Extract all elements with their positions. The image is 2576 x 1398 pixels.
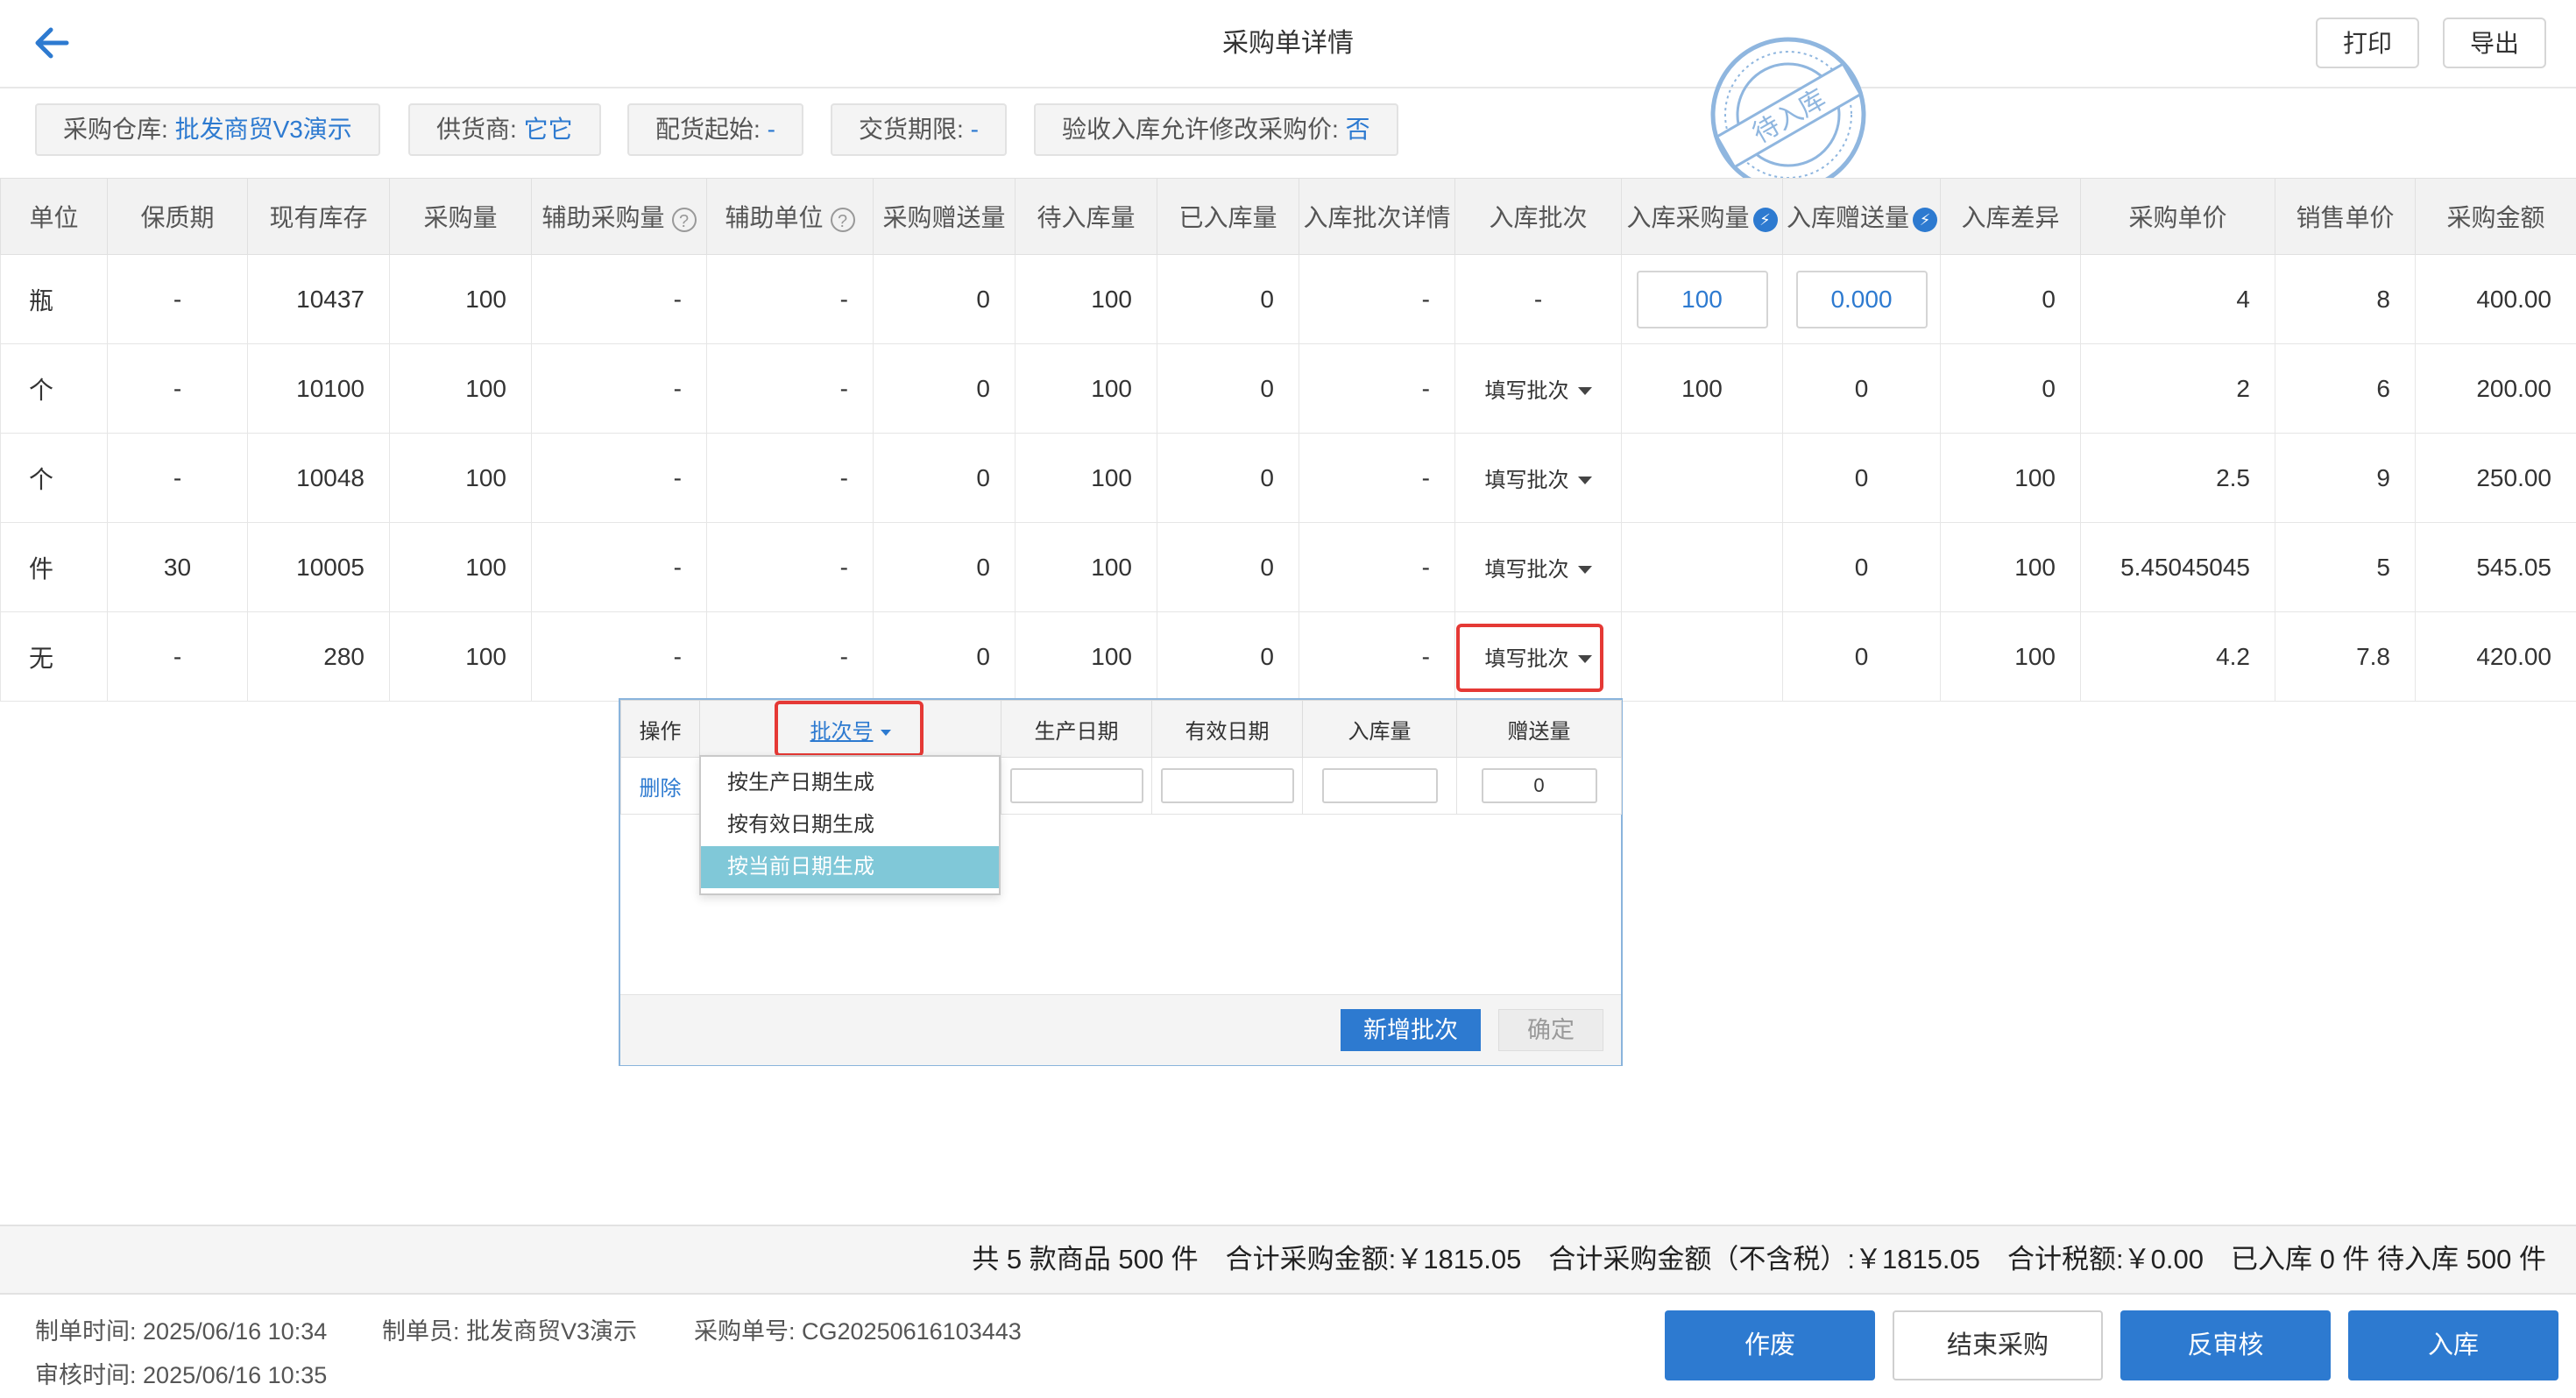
col-unit-price: 采购单价 bbox=[2080, 178, 2275, 255]
status-stamp: 待入库 bbox=[1707, 33, 1870, 196]
fill-batch-link[interactable]: 填写批次 bbox=[1485, 469, 1569, 492]
table-header-row: 单位 保质期 现有库存 采购量 辅助采购量? 辅助单位? 采购赠送量 待入库量 … bbox=[0, 178, 2576, 255]
table-row: 瓶 - 10437 100 - - 0 100 0 - - 100 0.000 … bbox=[0, 254, 2576, 344]
unaudit-button[interactable]: 反审核 bbox=[2120, 1310, 2331, 1380]
chip-supplier: 供货商: 它它 bbox=[408, 103, 601, 156]
col-gift-qty: 采购赠送量 bbox=[873, 178, 1016, 255]
table-row: 无 - 280 100 - - 0 100 0 - 填写批次 0 100 4.2… bbox=[0, 611, 2576, 702]
dropdown-option-expiry-date[interactable]: 按有效日期生成 bbox=[701, 804, 999, 846]
in-purchase-qty-input[interactable]: 100 bbox=[1636, 270, 1768, 328]
col-stock: 现有库存 bbox=[247, 178, 390, 255]
in-gift-qty-input[interactable]: 0.000 bbox=[1795, 270, 1928, 328]
caret-down-icon[interactable] bbox=[1577, 387, 1592, 396]
col-unit: 单位 bbox=[0, 178, 108, 255]
gift-qty-input[interactable]: 0 bbox=[1481, 768, 1597, 803]
batch-col-in-qty: 入库量 bbox=[1302, 700, 1457, 758]
fill-batch-link[interactable]: 填写批次 bbox=[1485, 379, 1569, 403]
expiry-date-input[interactable] bbox=[1160, 768, 1294, 803]
table-row: 个 - 10048 100 - - 0 100 0 - 填写批次 0 100 2… bbox=[0, 433, 2576, 523]
table-row: 个 - 10100 100 - - 0 100 0 - 填写批次 100 0 0… bbox=[0, 343, 2576, 434]
table-row: 件 30 10005 100 - - 0 100 0 - 填写批次 0 100 … bbox=[0, 522, 2576, 612]
chip-delivery-deadline: 交货期限: - bbox=[831, 103, 1007, 156]
col-in-purchase-qty: 入库采购量 ⚡ bbox=[1621, 178, 1783, 255]
col-in-gift-qty: 入库赠送量 ⚡ bbox=[1782, 178, 1941, 255]
add-batch-button[interactable]: 新增批次 bbox=[1341, 1009, 1481, 1051]
confirm-button[interactable]: 确定 bbox=[1498, 1009, 1603, 1051]
col-diff: 入库差异 bbox=[1940, 178, 2081, 255]
col-amount: 采购金额 bbox=[2415, 178, 2576, 255]
col-received-qty: 已入库量 bbox=[1157, 178, 1299, 255]
export-button[interactable]: 导出 bbox=[2443, 18, 2546, 68]
batch-header-row: 操作 批次号 生产日期 有效日期 入库量 赠送量 bbox=[620, 700, 1622, 758]
void-button[interactable]: 作废 bbox=[1665, 1310, 1875, 1380]
col-batch-detail: 入库批次详情 bbox=[1299, 178, 1455, 255]
in-qty-input[interactable] bbox=[1321, 768, 1438, 803]
created-time: 制单时间: 2025/06/16 10:34 bbox=[35, 1318, 328, 1345]
caret-down-icon[interactable] bbox=[1577, 566, 1592, 575]
batch-col-production-date: 生产日期 bbox=[1001, 700, 1152, 758]
chip-modify-price: 验收入库允许修改采购价: 否 bbox=[1034, 103, 1398, 156]
print-button[interactable]: 打印 bbox=[2316, 18, 2419, 68]
col-aux-qty: 辅助采购量? bbox=[531, 178, 707, 255]
summary-bar: 共 5 款商品 500 件 合计采购金额:￥1815.05 合计采购金额（不含税… bbox=[0, 1225, 2576, 1295]
chip-warehouse: 采购仓库: 批发商贸V3演示 bbox=[35, 103, 380, 156]
help-icon[interactable]: ? bbox=[830, 207, 855, 232]
col-shelf-life: 保质期 bbox=[107, 178, 248, 255]
help-icon[interactable]: ? bbox=[671, 207, 697, 232]
col-purchase-qty: 采购量 bbox=[389, 178, 532, 255]
chip-delivery-start: 配货起始: - bbox=[627, 103, 803, 156]
caret-down-icon[interactable] bbox=[1577, 477, 1592, 485]
batch-generate-dropdown: 按生产日期生成 按有效日期生成 按当前日期生成 bbox=[699, 755, 1001, 895]
batch-col-gift-qty: 赠送量 bbox=[1456, 700, 1622, 758]
purchase-items-table: 单位 保质期 现有库存 采购量 辅助采购量? 辅助单位? 采购赠送量 待入库量 … bbox=[0, 178, 2576, 702]
batch-col-expiry-date: 有效日期 bbox=[1151, 700, 1303, 758]
dropdown-option-current-date[interactable]: 按当前日期生成 bbox=[701, 846, 999, 888]
stock-in-button[interactable]: 入库 bbox=[2348, 1310, 2558, 1380]
col-sale-price: 销售单价 bbox=[2275, 178, 2416, 255]
audit-time: 审核时间: 2025/06/16 10:35 bbox=[35, 1362, 328, 1388]
dropdown-option-production-date[interactable]: 按生产日期生成 bbox=[701, 762, 999, 804]
delete-batch-link[interactable]: 删除 bbox=[620, 757, 700, 815]
lightning-icon[interactable]: ⚡ bbox=[1913, 207, 1938, 232]
page-title: 采购单详情 bbox=[1222, 29, 1354, 58]
col-pending-qty: 待入库量 bbox=[1015, 178, 1157, 255]
end-purchase-button[interactable]: 结束采购 bbox=[1893, 1310, 2103, 1380]
batch-col-action: 操作 bbox=[620, 700, 700, 758]
col-batch: 入库批次 bbox=[1454, 178, 1622, 255]
batch-number-highlight bbox=[775, 701, 924, 757]
production-date-input[interactable] bbox=[1009, 768, 1143, 803]
order-number: 采购单号: CG20250616103443 bbox=[694, 1318, 1022, 1345]
batch-popup-footer: 新增批次 确定 bbox=[620, 994, 1621, 1065]
lightning-icon[interactable]: ⚡ bbox=[1752, 207, 1778, 232]
col-aux-unit: 辅助单位? bbox=[706, 178, 874, 255]
creator: 制单员: 批发商贸V3演示 bbox=[382, 1318, 638, 1345]
fill-batch-link[interactable]: 填写批次 bbox=[1485, 558, 1569, 582]
batch-cell-highlight bbox=[1456, 624, 1603, 692]
